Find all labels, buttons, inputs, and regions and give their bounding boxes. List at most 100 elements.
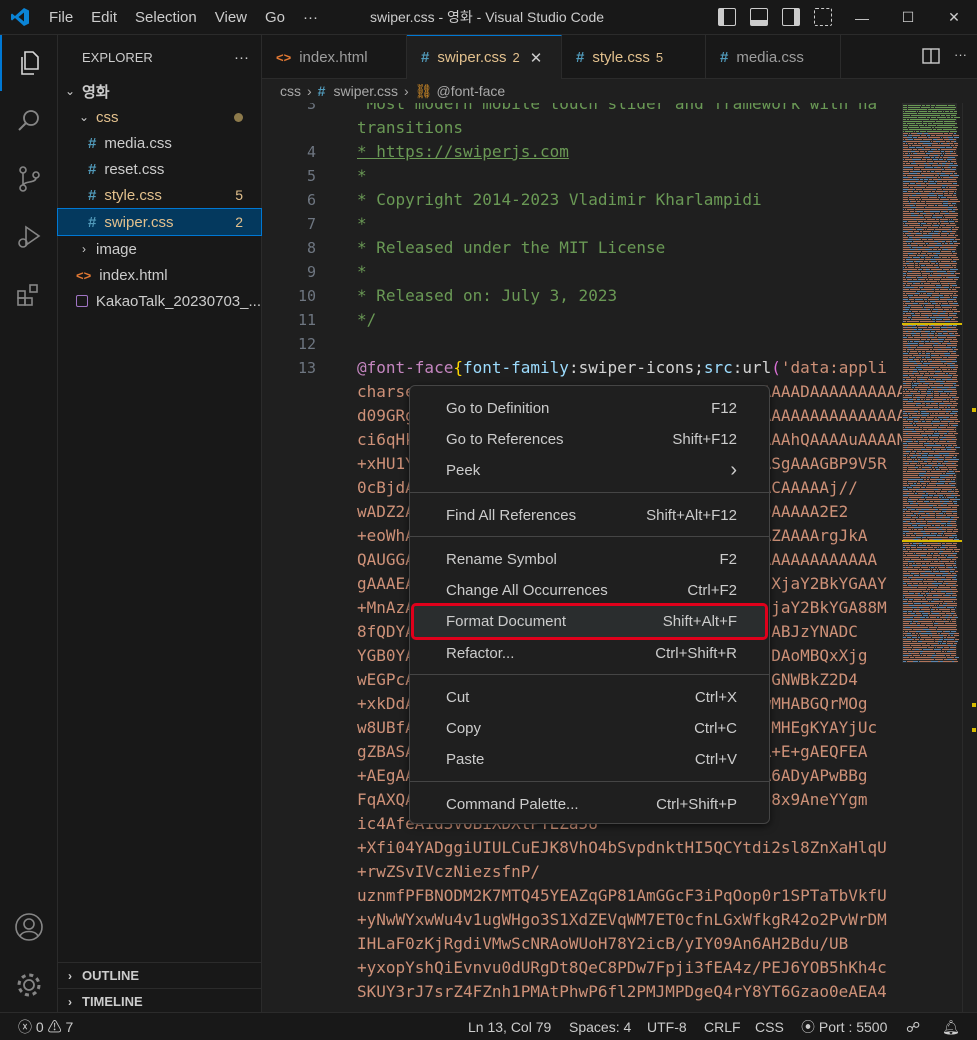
close-tab-icon[interactable]: ✕ bbox=[530, 49, 543, 67]
problems-status[interactable]: ⓧ 0 ⚠ 7 bbox=[18, 1013, 73, 1040]
menu-edit[interactable]: Edit bbox=[82, 0, 126, 35]
minimap-token bbox=[910, 503, 913, 504]
minimap-token bbox=[903, 385, 907, 386]
notifications-bell-icon[interactable]: 🔔︎ bbox=[942, 1013, 960, 1040]
close-window-button[interactable]: ✕ bbox=[931, 0, 977, 35]
menu-selection[interactable]: Selection bbox=[126, 0, 206, 35]
minimap-token bbox=[910, 485, 911, 486]
maximize-button[interactable]: ☐ bbox=[885, 0, 931, 35]
run-debug-icon[interactable] bbox=[0, 209, 58, 265]
account-icon[interactable] bbox=[0, 899, 58, 955]
minimap-token bbox=[950, 445, 951, 446]
toggle-secondary-sidebar-icon[interactable] bbox=[782, 8, 800, 26]
minimap-token bbox=[949, 229, 951, 230]
explorer-more-actions-button[interactable]: ··· bbox=[234, 49, 249, 66]
minimap-token bbox=[933, 389, 937, 390]
minimap-token bbox=[946, 347, 951, 348]
manage-gear-icon[interactable] bbox=[0, 957, 58, 1013]
minimap-token bbox=[903, 413, 904, 414]
minimap-token bbox=[920, 587, 924, 588]
menu-item-change-all-occurrences[interactable]: Change All Occurrences Ctrl+F2 bbox=[414, 575, 765, 606]
minimap-token bbox=[912, 413, 917, 414]
menu-item-peek[interactable]: Peek › bbox=[414, 455, 765, 486]
menu-item-format-document[interactable]: Format Document Shift+Alt+F bbox=[411, 603, 768, 640]
minimap[interactable] bbox=[902, 103, 962, 1012]
tree-file-style-css[interactable]: # style.css 5 bbox=[58, 182, 261, 208]
tab-index-html[interactable]: <> index.html bbox=[262, 35, 407, 79]
menu-item-go-to-definition[interactable]: Go to Definition F12 bbox=[414, 393, 765, 424]
menu-item-cut[interactable]: Cut Ctrl+X bbox=[414, 682, 765, 713]
menu-go[interactable]: Go bbox=[256, 0, 294, 35]
breadcrumb-folder[interactable]: css bbox=[280, 83, 301, 99]
tree-folder-image[interactable]: › image bbox=[58, 236, 261, 262]
cursor-position[interactable]: Ln 13, Col 79 bbox=[468, 1013, 551, 1040]
menu-item-refactor[interactable]: Refactor... Ctrl+Shift+R bbox=[414, 638, 765, 669]
menu-item-copy[interactable]: Copy Ctrl+C bbox=[414, 713, 765, 744]
minimap-token bbox=[904, 629, 906, 630]
live-server-status[interactable]: ⦿ Port : 5500 bbox=[801, 1013, 887, 1040]
tree-folder-root[interactable]: ⌄ 영화 bbox=[58, 78, 261, 104]
minimap-token bbox=[924, 537, 926, 538]
menu-view[interactable]: View bbox=[206, 0, 256, 35]
minimap-token bbox=[940, 435, 943, 436]
minimap-token bbox=[924, 191, 927, 192]
minimap-token bbox=[907, 431, 910, 432]
minimap-token bbox=[908, 499, 909, 500]
minimap-token bbox=[950, 365, 954, 366]
tree-file-kakaotalk[interactable]: KakaoTalk_20230703_... bbox=[58, 288, 261, 314]
toggle-panel-icon[interactable] bbox=[750, 8, 768, 26]
minimap-token bbox=[949, 487, 951, 488]
vertical-scrollbar[interactable] bbox=[962, 103, 977, 1012]
tab-swiper-css[interactable]: # swiper.css 2 ✕ bbox=[407, 35, 562, 79]
activity-bar bbox=[0, 35, 58, 1012]
timeline-section[interactable]: › TIMELINE bbox=[58, 988, 261, 1014]
eol-status[interactable]: CRLF bbox=[704, 1013, 741, 1040]
language-mode[interactable]: CSS bbox=[755, 1013, 784, 1040]
split-editor-icon[interactable] bbox=[922, 47, 940, 65]
minimap-token bbox=[914, 401, 919, 402]
explorer-icon[interactable] bbox=[0, 35, 58, 91]
breadcrumb-symbol[interactable]: @font-face bbox=[437, 83, 506, 99]
tree-file-media-css[interactable]: # media.css bbox=[58, 130, 261, 156]
tree-file-reset-css[interactable]: # reset.css bbox=[58, 156, 261, 182]
minimap-token bbox=[954, 409, 958, 410]
tab-style-css[interactable]: # style.css 5 bbox=[562, 35, 706, 79]
line-number: 12 bbox=[297, 335, 316, 353]
tree-file-index-html[interactable]: <> index.html bbox=[58, 262, 261, 288]
menu-item-go-to-references[interactable]: Go to References Shift+F12 bbox=[414, 424, 765, 455]
minimap-token bbox=[903, 319, 907, 320]
minimap-token bbox=[945, 247, 946, 248]
extensions-icon[interactable] bbox=[0, 267, 58, 323]
menu-item-rename-symbol[interactable]: Rename Symbol F2 bbox=[414, 544, 765, 575]
feedback-icon[interactable]: ☍ bbox=[906, 1013, 920, 1040]
encoding-status[interactable]: UTF-8 bbox=[647, 1013, 687, 1040]
menu-more[interactable]: ··· bbox=[294, 0, 327, 35]
menu-item-find-all-references[interactable]: Find All References Shift+Alt+F12 bbox=[414, 500, 765, 531]
minimap-token bbox=[903, 165, 905, 166]
breadcrumb-file[interactable]: swiper.css bbox=[333, 83, 398, 99]
minimap-token bbox=[949, 493, 952, 494]
search-icon[interactable] bbox=[0, 93, 58, 149]
tab-media-css[interactable]: # media.css bbox=[706, 35, 841, 79]
toggle-primary-sidebar-icon[interactable] bbox=[718, 8, 736, 26]
outline-section[interactable]: › OUTLINE bbox=[58, 962, 261, 988]
minimap-token bbox=[918, 529, 923, 530]
minimap-token bbox=[954, 349, 955, 350]
menu-item-command-palette[interactable]: Command Palette... Ctrl+Shift+P bbox=[414, 789, 765, 820]
customize-layout-icon[interactable] bbox=[814, 8, 832, 26]
minimap-token bbox=[928, 327, 929, 328]
minimap-token bbox=[945, 151, 950, 152]
more-actions-icon[interactable]: ··· bbox=[954, 47, 967, 65]
minimap-token bbox=[954, 477, 956, 478]
source-control-icon[interactable] bbox=[0, 151, 58, 207]
menu-item-paste[interactable]: Paste Ctrl+V bbox=[414, 744, 765, 775]
minimize-button[interactable]: — bbox=[839, 0, 885, 35]
tree-folder-css[interactable]: ⌄ css bbox=[58, 104, 261, 130]
minimap-token bbox=[922, 387, 925, 388]
minimap-token bbox=[931, 383, 933, 384]
menu-file[interactable]: File bbox=[40, 0, 82, 35]
tree-file-swiper-css[interactable]: # swiper.css 2 bbox=[57, 208, 262, 236]
indentation-status[interactable]: Spaces: 4 bbox=[569, 1013, 631, 1040]
minimap-token bbox=[924, 511, 927, 512]
minimap-token bbox=[903, 395, 904, 396]
